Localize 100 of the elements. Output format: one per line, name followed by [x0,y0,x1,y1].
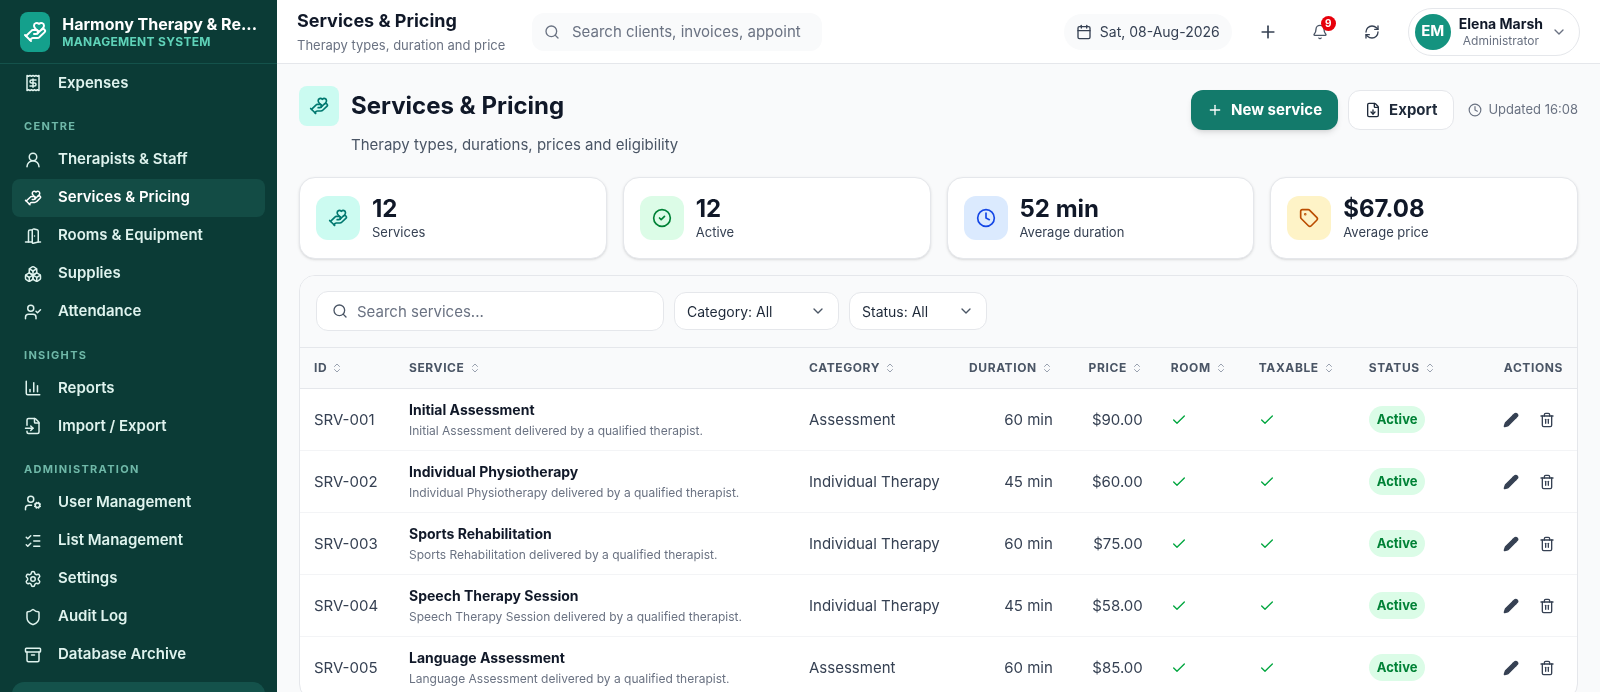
pencil-icon [1503,535,1519,552]
pencil-icon [1503,597,1519,614]
stat-label: Average price [1343,224,1429,241]
boxes-icon [24,264,42,283]
sidebar-item[interactable]: List Management [12,521,265,560]
new-service-button[interactable]: New service [1191,90,1339,130]
service-name: Language Assessment [409,649,566,667]
calendar-icon [1075,23,1092,40]
sidebar-section-label: INSIGHTS [23,346,89,364]
check-circle-icon [651,207,672,228]
sidebar-section-label: CENTRE [23,118,78,135]
receipt-icon [24,74,42,92]
updated-time: Updated 16:08 [1488,100,1578,120]
sidebar-item[interactable]: Import / Export [12,407,265,445]
sidebar-item[interactable]: Services & Pricing [12,178,265,217]
trash-icon [1539,411,1555,428]
stat-value: $67.08 [1343,194,1426,225]
service-name: Speech Therapy Session [409,587,580,605]
table-cell: $90.00 [1091,410,1143,430]
table-cell: Assessment [809,658,896,678]
bar-chart-icon [24,379,42,397]
top-bar-subtitle: Therapy types, duration and price [297,36,507,53]
table-cell: Assessment [809,410,896,430]
status-badge: Active [1368,591,1426,620]
stat-value: 52 min [1019,194,1100,225]
table-cell: Individual Therapy [809,472,940,492]
sidebar-item[interactable]: Therapists & Staff [12,140,265,179]
column-header: ACTIONS [1503,358,1563,377]
sidebar-item[interactable]: Attendance [12,292,265,331]
pencil-icon [1503,473,1519,490]
service-description: Individual Physiotherapy delivered by a qualified therapist. [409,484,741,500]
column-header[interactable]: STATUS [1368,358,1436,377]
status-badge: Active [1368,653,1426,682]
status-badge: Active [1368,467,1426,496]
sidebar-item[interactable]: User Management [12,483,265,522]
user-check-icon [24,302,42,321]
column-header[interactable]: SERVICE [409,358,481,377]
column-header[interactable]: TAXABLE [1258,358,1335,377]
column-header[interactable]: DURATION [969,358,1053,377]
hand-icon [24,188,42,207]
status-badge: Active [1368,405,1426,434]
notifications-button[interactable]: 9 [1303,15,1336,48]
file-download-icon [1365,102,1382,118]
table-cell: $75.00 [1093,534,1143,554]
services-search-field[interactable]: Search services... [316,291,664,331]
table-cell: Individual Therapy [809,596,940,616]
table-cell: 60 min [1004,658,1053,678]
sidebar-item[interactable]: Expenses [12,64,265,102]
table-cell: $85.00 [1092,658,1143,678]
sidebar-item[interactable]: Database Archive [12,635,265,674]
sidebar-item[interactable]: Supplies [12,254,265,293]
top-bar-title: Services & Pricing [297,10,458,33]
column-header[interactable]: ID [314,358,344,377]
table-cell: SRV-005 [314,658,378,678]
clock-icon [1468,103,1483,117]
hand-icon [309,96,329,116]
table-cell: SRV-003 [314,534,378,554]
service-description: Speech Therapy Session delivered by a qualified therapist. [409,608,743,624]
page-subtitle: Therapy types, durations, prices and eligibility [351,134,679,156]
pencil-icon [1503,659,1519,676]
table-cell: SRV-002 [314,472,378,492]
status-badge: Active [1368,529,1426,558]
column-header[interactable]: PRICE [1088,358,1143,377]
global-search-field[interactable]: Search clients, invoices, appoint [532,12,822,51]
user-name: Elena Marsh [1458,15,1543,33]
tag-icon [1299,207,1320,228]
archive-icon [24,645,42,664]
app-subtitle: MANAGEMENT SYSTEM [62,34,212,49]
table-cell: 60 min [1004,534,1053,554]
clock-icon [975,207,996,228]
sidebar-item[interactable]: Settings [12,559,265,598]
category-dropdown[interactable]: Category: All [674,292,839,330]
column-header[interactable]: CATEGORY [809,358,897,377]
stat-label: Active [695,224,735,241]
service-description: Language Assessment delivered by a qualified therapist. [409,670,731,686]
sidebar-section-label: ADMINISTRATION [23,461,141,478]
table-cell: SRV-004 [314,596,379,616]
sidebar-item[interactable]: Rooms & Equipment [12,216,265,255]
table-cell: 60 min [1004,410,1053,430]
settings-icon [24,569,42,588]
table-cell: 45 min [1004,472,1053,492]
export-button[interactable]: Export [1348,90,1455,130]
user-gear-icon [24,493,42,512]
search-icon [544,23,560,40]
trash-icon [1539,659,1555,676]
stat-value: 12 [372,194,399,225]
column-header[interactable]: ROOM [1170,358,1227,377]
refresh-icon [1363,23,1380,40]
sidebar-item[interactable]: Audit Log [12,597,265,636]
table-cell: SRV-001 [314,410,375,430]
table-cell: Individual Therapy [809,534,940,554]
pencil-icon [1503,411,1519,428]
user-avatar: EM [1414,13,1451,50]
hand-icon [328,207,348,228]
status-dropdown[interactable]: Status: All [849,292,987,330]
trash-icon [1539,473,1555,490]
sidebar-item[interactable]: Reports [12,369,265,407]
date-chip[interactable]: Sat, 08-Aug-2026 [1063,13,1232,50]
trash-icon [1539,597,1555,614]
trash-icon [1539,535,1555,552]
